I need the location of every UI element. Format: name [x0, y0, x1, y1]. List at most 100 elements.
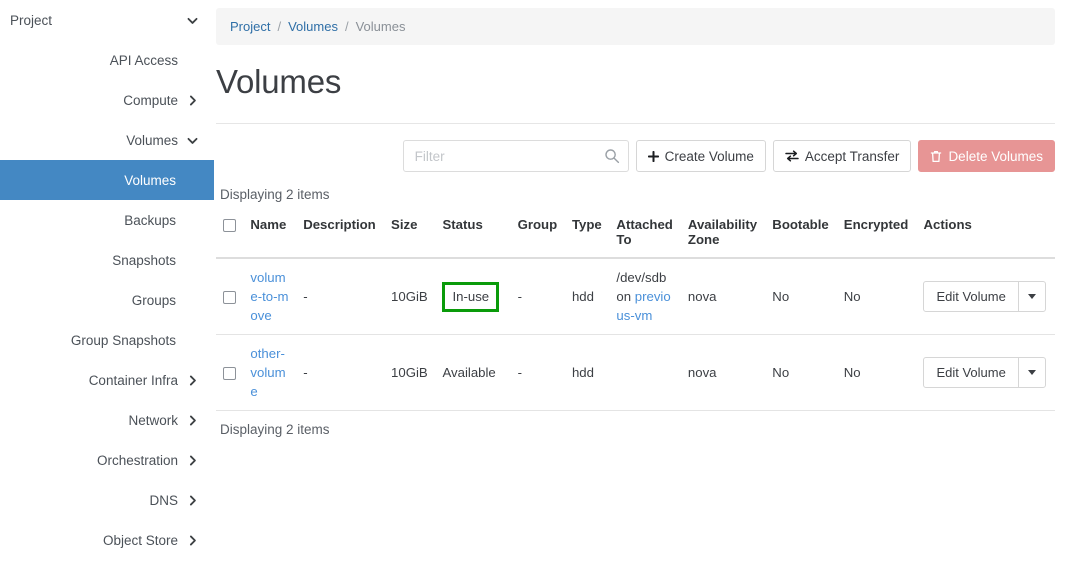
- table-row: other-volume - 10GiB Available - hdd nov…: [216, 335, 1055, 411]
- sidebar-item-compute[interactable]: Compute: [0, 80, 214, 120]
- cell-availability-zone: nova: [681, 258, 765, 335]
- chevron-right-icon[interactable]: [184, 494, 200, 507]
- column-header-status[interactable]: Status: [435, 211, 510, 258]
- caret-down-icon: [1028, 294, 1036, 299]
- sidebar-item-object-store[interactable]: Object Store: [0, 520, 214, 560]
- select-all-header: [216, 211, 243, 258]
- sidebar-item-groups[interactable]: Groups: [0, 280, 214, 320]
- row-select-cell: [216, 335, 243, 411]
- cell-bootable: No: [765, 258, 836, 335]
- sidebar-item-label: Group Snapshots: [10, 333, 184, 348]
- sidebar-item-label: Backups: [10, 213, 184, 228]
- row-action-split-button: Edit Volume: [923, 357, 1045, 388]
- cell-status: In-use: [435, 258, 510, 335]
- cell-name: volume-to-move: [243, 258, 296, 335]
- column-header-group[interactable]: Group: [511, 211, 565, 258]
- column-header-availability-zone[interactable]: Availability Zone: [681, 211, 765, 258]
- column-header-size[interactable]: Size: [384, 211, 435, 258]
- delete-volumes-button[interactable]: Delete Volumes: [918, 140, 1055, 172]
- sidebar-item-backups[interactable]: Backups: [0, 200, 214, 240]
- trash-icon: [930, 150, 942, 163]
- sidebar-item-dns[interactable]: DNS: [0, 480, 214, 520]
- row-actions-dropdown-toggle[interactable]: [1018, 358, 1045, 387]
- delete-volumes-label: Delete Volumes: [948, 149, 1043, 164]
- displaying-count-top: Displaying 2 items: [220, 187, 1068, 202]
- sidebar-item-identity[interactable]: Identity: [0, 560, 214, 575]
- cell-type: hdd: [565, 258, 609, 335]
- cell-bootable: No: [765, 335, 836, 411]
- sidebar-item-label: Volumes: [10, 173, 184, 188]
- sidebar-item-label: Orchestration: [10, 453, 184, 468]
- sidebar-item-label: Network: [10, 413, 184, 428]
- create-volume-button[interactable]: Create Volume: [636, 140, 766, 172]
- sidebar-item-network[interactable]: Network: [0, 400, 214, 440]
- accept-transfer-label: Accept Transfer: [805, 149, 900, 164]
- sidebar-item-label: Volumes: [10, 133, 184, 148]
- edit-volume-button[interactable]: Edit Volume: [924, 282, 1017, 311]
- sidebar-item-snapshots[interactable]: Snapshots: [0, 240, 214, 280]
- column-header-bootable[interactable]: Bootable: [765, 211, 836, 258]
- chevron-right-icon[interactable]: [184, 414, 200, 427]
- row-actions-dropdown-toggle[interactable]: [1018, 282, 1045, 311]
- breadcrumb-item-volumes[interactable]: Volumes: [288, 19, 338, 34]
- sidebar-item-container-infra[interactable]: Container Infra: [0, 360, 214, 400]
- table-header-row: Name Description Size Status Group Type …: [216, 211, 1055, 258]
- sidebar-item-label: Project: [10, 13, 184, 28]
- status-badge-highlighted: In-use: [442, 282, 499, 312]
- cell-size: 10GiB: [384, 335, 435, 411]
- cell-attached-to: [609, 335, 680, 411]
- chevron-right-icon[interactable]: [184, 534, 200, 547]
- sidebar-item-volumes[interactable]: Volumes: [0, 160, 214, 200]
- cell-description: -: [296, 258, 384, 335]
- row-select-cell: [216, 258, 243, 335]
- column-header-attached-to[interactable]: Attached To: [609, 211, 680, 258]
- search-icon[interactable]: [604, 148, 620, 164]
- search-input[interactable]: [404, 141, 628, 171]
- column-header-encrypted[interactable]: Encrypted: [837, 211, 917, 258]
- row-checkbox[interactable]: [223, 291, 236, 304]
- sidebar-item-api-access[interactable]: API Access: [0, 40, 214, 80]
- cell-status: Available: [435, 335, 510, 411]
- chevron-right-icon[interactable]: [184, 454, 200, 467]
- table-body: volume-to-move - 10GiB In-use - hdd /dev…: [216, 258, 1055, 411]
- volume-name-link[interactable]: volume-to-move: [250, 270, 288, 323]
- sidebar: Project API Access Compute Volumes Volum…: [0, 0, 214, 575]
- cell-description: -: [296, 335, 384, 411]
- sidebar-item-label: Groups: [10, 293, 184, 308]
- chevron-right-icon[interactable]: [184, 374, 200, 387]
- transfer-icon: [785, 150, 799, 162]
- edit-volume-button[interactable]: Edit Volume: [924, 358, 1017, 387]
- select-all-checkbox[interactable]: [223, 219, 236, 232]
- table-row: volume-to-move - 10GiB In-use - hdd /dev…: [216, 258, 1055, 335]
- chevron-right-icon[interactable]: [184, 94, 200, 107]
- cell-group: -: [511, 335, 565, 411]
- breadcrumb-item-project[interactable]: Project: [230, 19, 270, 34]
- cell-type: hdd: [565, 335, 609, 411]
- accept-transfer-button[interactable]: Accept Transfer: [773, 140, 912, 172]
- sidebar-item-label: Object Store: [10, 533, 184, 548]
- volume-name-link[interactable]: other-volume: [250, 346, 285, 399]
- plus-icon: [648, 151, 659, 162]
- breadcrumb-separator: /: [277, 19, 281, 34]
- chevron-down-icon[interactable]: [184, 134, 200, 147]
- column-header-type[interactable]: Type: [565, 211, 609, 258]
- sidebar-item-project[interactable]: Project: [0, 0, 214, 40]
- main-content: Project / Volumes / Volumes Volumes: [214, 0, 1068, 575]
- sidebar-item-label: API Access: [10, 53, 184, 68]
- title-divider: [216, 123, 1055, 124]
- sidebar-item-group-snapshots[interactable]: Group Snapshots: [0, 320, 214, 360]
- column-header-description[interactable]: Description: [296, 211, 384, 258]
- sidebar-item-label: Compute: [10, 93, 184, 108]
- table-header: Name Description Size Status Group Type …: [216, 211, 1055, 258]
- sidebar-item-orchestration[interactable]: Orchestration: [0, 440, 214, 480]
- displaying-count-bottom: Displaying 2 items: [220, 422, 1068, 437]
- column-header-name[interactable]: Name: [243, 211, 296, 258]
- volumes-table: Name Description Size Status Group Type …: [216, 211, 1055, 411]
- sidebar-item-volumes-group[interactable]: Volumes: [0, 120, 214, 160]
- breadcrumb-item-current: Volumes: [356, 19, 406, 34]
- filter-box[interactable]: [403, 140, 629, 172]
- chevron-down-icon[interactable]: [184, 14, 200, 27]
- volumes-page: Project API Access Compute Volumes Volum…: [0, 0, 1068, 575]
- table-toolbar: Create Volume Accept Transfer Delet: [216, 140, 1055, 172]
- row-checkbox[interactable]: [223, 367, 236, 380]
